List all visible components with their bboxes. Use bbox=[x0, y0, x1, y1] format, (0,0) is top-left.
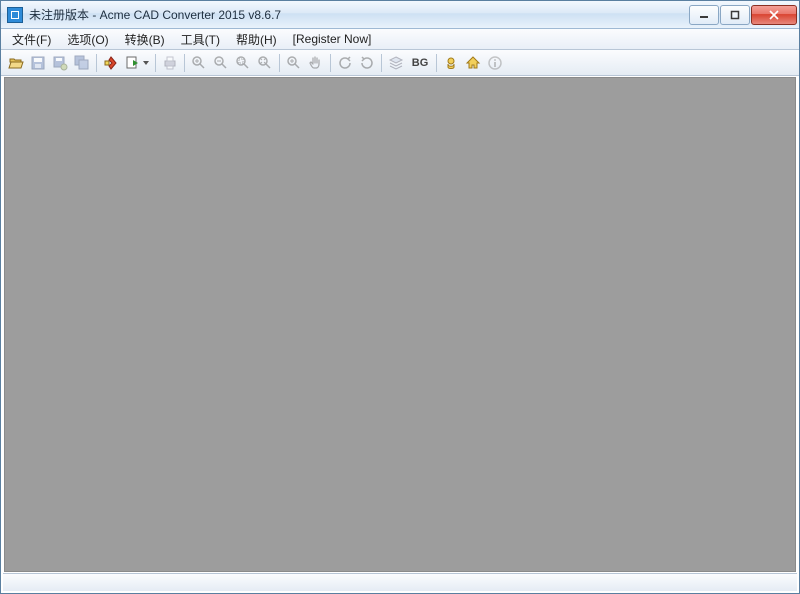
zoom-extents-icon bbox=[257, 55, 273, 71]
print-icon bbox=[162, 55, 178, 71]
menu-convert[interactable]: 转换(B) bbox=[118, 29, 172, 50]
toolbar-separator bbox=[279, 54, 280, 72]
chevron-down-icon bbox=[143, 61, 149, 65]
rotate-right-icon bbox=[359, 55, 375, 71]
close-icon bbox=[769, 10, 779, 20]
toolbar-separator bbox=[155, 54, 156, 72]
app-window: 未注册版本 - Acme CAD Converter 2015 v8.6.7 文… bbox=[0, 0, 800, 594]
toolbar-separator bbox=[436, 54, 437, 72]
window-title: 未注册版本 - Acme CAD Converter 2015 v8.6.7 bbox=[29, 6, 689, 23]
zoom-window-icon bbox=[235, 55, 251, 71]
export-button[interactable] bbox=[122, 52, 152, 74]
options-icon bbox=[443, 55, 459, 71]
save-button[interactable] bbox=[27, 52, 49, 74]
zoom-in-button[interactable] bbox=[188, 52, 210, 74]
toolbar: BG bbox=[1, 50, 799, 76]
toolbar-separator bbox=[381, 54, 382, 72]
open-icon bbox=[8, 55, 24, 71]
zoom-window-button[interactable] bbox=[232, 52, 254, 74]
info-icon bbox=[487, 55, 503, 71]
zoom-extents-button[interactable] bbox=[254, 52, 276, 74]
maximize-icon bbox=[730, 10, 740, 20]
zoom-in-icon bbox=[191, 55, 207, 71]
rotate-right-button[interactable] bbox=[356, 52, 378, 74]
toolbar-separator bbox=[330, 54, 331, 72]
info-button[interactable] bbox=[484, 52, 506, 74]
title-bar: 未注册版本 - Acme CAD Converter 2015 v8.6.7 bbox=[1, 1, 799, 29]
minimize-button[interactable] bbox=[689, 5, 719, 25]
workspace-canvas[interactable] bbox=[4, 77, 796, 572]
home-button[interactable] bbox=[462, 52, 484, 74]
layers-icon bbox=[388, 55, 404, 71]
save-as-button[interactable] bbox=[49, 52, 71, 74]
print-button[interactable] bbox=[159, 52, 181, 74]
convert-icon bbox=[103, 55, 119, 71]
rotate-left-icon bbox=[337, 55, 353, 71]
pan-button[interactable] bbox=[305, 52, 327, 74]
save-as-icon bbox=[52, 55, 68, 71]
menu-help[interactable]: 帮助(H) bbox=[229, 29, 284, 50]
window-controls bbox=[689, 5, 797, 25]
save-icon bbox=[30, 55, 46, 71]
toolbar-separator bbox=[96, 54, 97, 72]
home-icon bbox=[465, 55, 481, 71]
menu-options[interactable]: 选项(O) bbox=[60, 29, 115, 50]
zoom-realtime-button[interactable] bbox=[283, 52, 305, 74]
app-icon bbox=[7, 7, 23, 23]
zoom-out-button[interactable] bbox=[210, 52, 232, 74]
open-button[interactable] bbox=[5, 52, 27, 74]
background-button[interactable]: BG bbox=[407, 52, 433, 74]
bg-label: BG bbox=[412, 57, 429, 69]
rotate-left-button[interactable] bbox=[334, 52, 356, 74]
maximize-button[interactable] bbox=[720, 5, 750, 25]
toolbar-separator bbox=[184, 54, 185, 72]
minimize-icon bbox=[699, 10, 709, 20]
convert-button[interactable] bbox=[100, 52, 122, 74]
menu-register[interactable]: [Register Now] bbox=[286, 30, 379, 48]
menu-bar: 文件(F) 选项(O) 转换(B) 工具(T) 帮助(H) [Register … bbox=[1, 29, 799, 50]
zoom-out-icon bbox=[213, 55, 229, 71]
export-icon bbox=[125, 55, 141, 71]
status-bar bbox=[3, 573, 797, 591]
layers-button[interactable] bbox=[385, 52, 407, 74]
pan-icon bbox=[308, 55, 324, 71]
batch-save-icon bbox=[74, 55, 90, 71]
close-button[interactable] bbox=[751, 5, 797, 25]
batch-save-button[interactable] bbox=[71, 52, 93, 74]
menu-file[interactable]: 文件(F) bbox=[5, 29, 58, 50]
menu-tools[interactable]: 工具(T) bbox=[174, 29, 227, 50]
zoom-realtime-icon bbox=[286, 55, 302, 71]
options-button[interactable] bbox=[440, 52, 462, 74]
